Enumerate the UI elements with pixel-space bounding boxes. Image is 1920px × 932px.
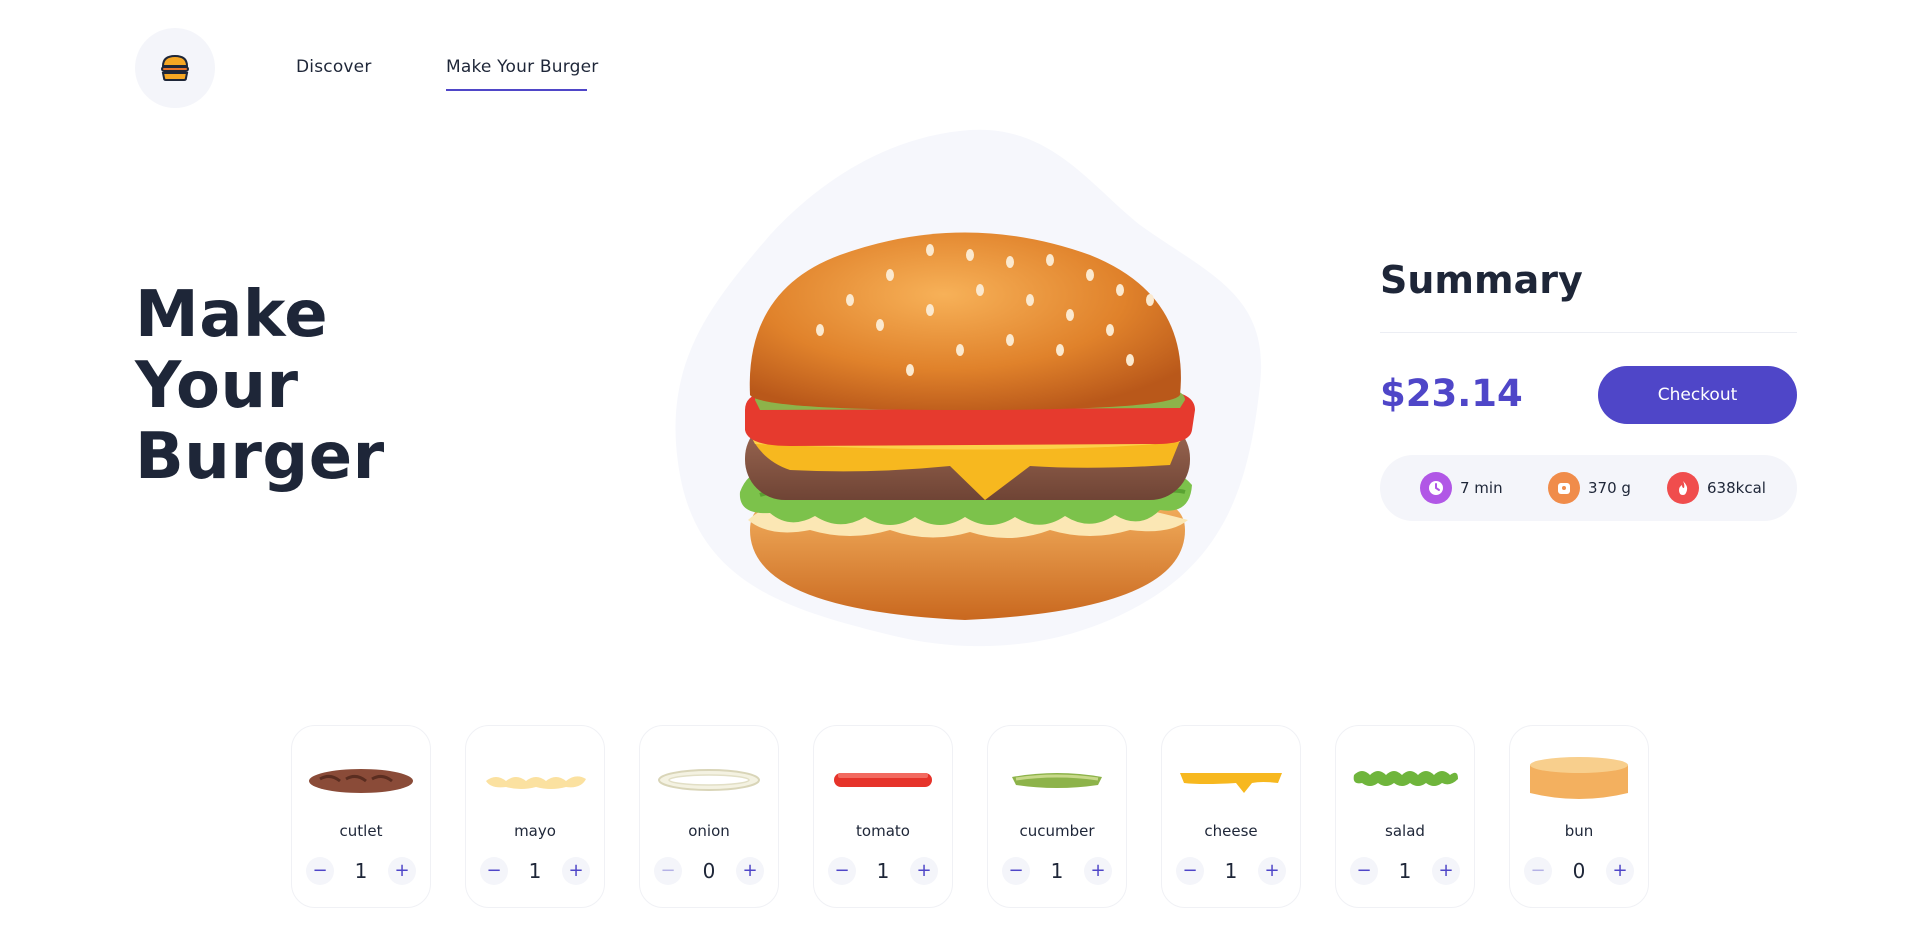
decrement-button[interactable]: −: [1350, 857, 1378, 885]
ingredient-name: mayo: [514, 822, 556, 840]
quantity-stepper: − 0 +: [654, 856, 764, 886]
checkout-button[interactable]: Checkout: [1598, 366, 1797, 424]
quantity-stepper: − 1 +: [828, 856, 938, 886]
decrement-button[interactable]: −: [1176, 857, 1204, 885]
quantity-value: 1: [876, 859, 890, 883]
ingredient-name: cutlet: [339, 822, 383, 840]
burger-image: [739, 232, 1195, 620]
ingredient-name: tomato: [856, 822, 910, 840]
decrement-button[interactable]: −: [828, 857, 856, 885]
increment-button[interactable]: +: [1606, 857, 1634, 885]
ingredient-card-cheese: cheese − 1 +: [1161, 725, 1301, 908]
page-title-line: Your: [135, 349, 299, 423]
quantity-value: 0: [702, 859, 716, 883]
quantity-value: 1: [1050, 859, 1064, 883]
active-tab-indicator: [446, 89, 587, 91]
decrement-button[interactable]: −: [480, 857, 508, 885]
ingredient-card-bun: bun − 0 +: [1509, 725, 1649, 908]
clock-icon: [1420, 472, 1452, 504]
ingredient-name: onion: [688, 822, 730, 840]
page-title-line: Burger: [135, 420, 385, 494]
quantity-value: 1: [354, 859, 368, 883]
onion-image: [658, 769, 760, 791]
stat-weight-value: 370 g: [1588, 479, 1631, 497]
increment-button[interactable]: +: [1084, 857, 1112, 885]
tomato-image: [834, 773, 932, 787]
page-title: Make Your Burger: [135, 280, 455, 493]
stat-calories: 638kcal: [1667, 472, 1766, 504]
summary-divider: [1380, 332, 1797, 333]
ingredient-card-tomato: tomato − 1 +: [813, 725, 953, 908]
bun-image: [1530, 757, 1628, 799]
increment-button[interactable]: +: [1258, 857, 1286, 885]
ingredient-card-mayo: mayo − 1 +: [465, 725, 605, 908]
decrement-button[interactable]: −: [1002, 857, 1030, 885]
quantity-value: 1: [528, 859, 542, 883]
salad-image: [1353, 771, 1458, 786]
total-price: $23.14: [1380, 372, 1523, 415]
stat-time-value: 7 min: [1460, 479, 1503, 497]
quantity-stepper: − 0 +: [1524, 856, 1634, 886]
burger-icon: [161, 55, 189, 81]
quantity-value: 1: [1224, 859, 1238, 883]
nav-discover-link[interactable]: Discover: [296, 57, 372, 77]
page-title-line: Make: [135, 278, 329, 352]
summary-title: Summary: [1380, 258, 1583, 302]
flame-icon: [1667, 472, 1699, 504]
ingredient-card-cucumber: cucumber − 1 +: [987, 725, 1127, 908]
stat-time: 7 min: [1420, 472, 1503, 504]
stat-weight: 370 g: [1548, 472, 1631, 504]
increment-button[interactable]: +: [562, 857, 590, 885]
nav-make-your-burger-link[interactable]: Make Your Burger: [446, 57, 598, 77]
quantity-stepper: − 1 +: [1176, 856, 1286, 886]
ingredient-name: cucumber: [1019, 822, 1095, 840]
weight-icon: [1548, 472, 1580, 504]
quantity-stepper: − 1 +: [306, 856, 416, 886]
ingredient-card-onion: onion − 0 +: [639, 725, 779, 908]
increment-button[interactable]: +: [1432, 857, 1460, 885]
increment-button[interactable]: +: [736, 857, 764, 885]
quantity-value: 0: [1572, 859, 1586, 883]
cheese-image: [1180, 773, 1282, 793]
quantity-stepper: − 1 +: [1350, 856, 1460, 886]
ingredient-card-salad: salad − 1 +: [1335, 725, 1475, 908]
ingredient-name: bun: [1564, 822, 1594, 840]
ingredient-name: salad: [1385, 822, 1425, 840]
quantity-stepper: − 1 +: [1002, 856, 1112, 886]
decrement-button[interactable]: −: [306, 857, 334, 885]
logo[interactable]: [135, 28, 215, 108]
quantity-value: 1: [1398, 859, 1412, 883]
ingredient-card-cutlet: cutlet − 1 +: [291, 725, 431, 908]
nutrition-stats: 7 min 370 g 638kcal: [1380, 455, 1797, 521]
decrement-button[interactable]: −: [1524, 857, 1552, 885]
increment-button[interactable]: +: [388, 857, 416, 885]
quantity-stepper: − 1 +: [480, 856, 590, 886]
mayo-image: [486, 776, 586, 789]
increment-button[interactable]: +: [910, 857, 938, 885]
ingredient-name: cheese: [1204, 822, 1258, 840]
stat-calories-value: 638kcal: [1707, 479, 1766, 497]
cucumber-image: [1012, 773, 1102, 788]
decrement-button[interactable]: −: [654, 857, 682, 885]
cutlet-image: [309, 769, 413, 793]
